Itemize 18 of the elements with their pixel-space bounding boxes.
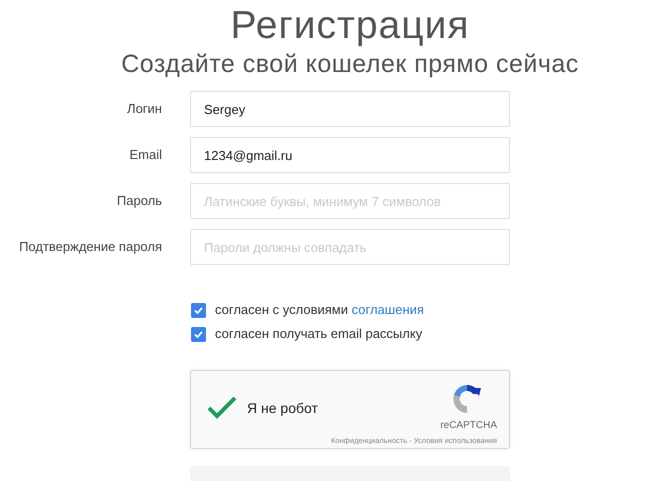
captcha-label: Я не робот bbox=[247, 398, 318, 418]
agreement-link[interactable]: соглашения bbox=[352, 302, 424, 318]
page-subtitle: Создайте свой кошелек прямо сейчас bbox=[120, 49, 580, 80]
page-title: Регистрация bbox=[230, 3, 470, 48]
field-label: Пароль bbox=[116, 192, 162, 210]
checkbox[interactable] bbox=[191, 326, 206, 342]
checkbox[interactable] bbox=[191, 302, 206, 318]
field-label: Подтверждение пароля bbox=[18, 238, 162, 256]
checkmark-icon[interactable] bbox=[207, 396, 237, 420]
checkbox-label: согласен получать email рассылку bbox=[215, 325, 422, 344]
check-icon bbox=[193, 304, 204, 316]
recaptcha-brand: reCAPTCHA bbox=[440, 419, 497, 433]
check-icon bbox=[193, 328, 204, 340]
field-label: Email bbox=[128, 146, 162, 164]
input-field[interactable]: 1234@gmail.ru bbox=[190, 137, 510, 173]
checkbox-label: согласен с условиями соглашения bbox=[215, 301, 424, 320]
input-field[interactable]: Sergey bbox=[190, 91, 510, 127]
field-label: Логин bbox=[126, 100, 162, 118]
